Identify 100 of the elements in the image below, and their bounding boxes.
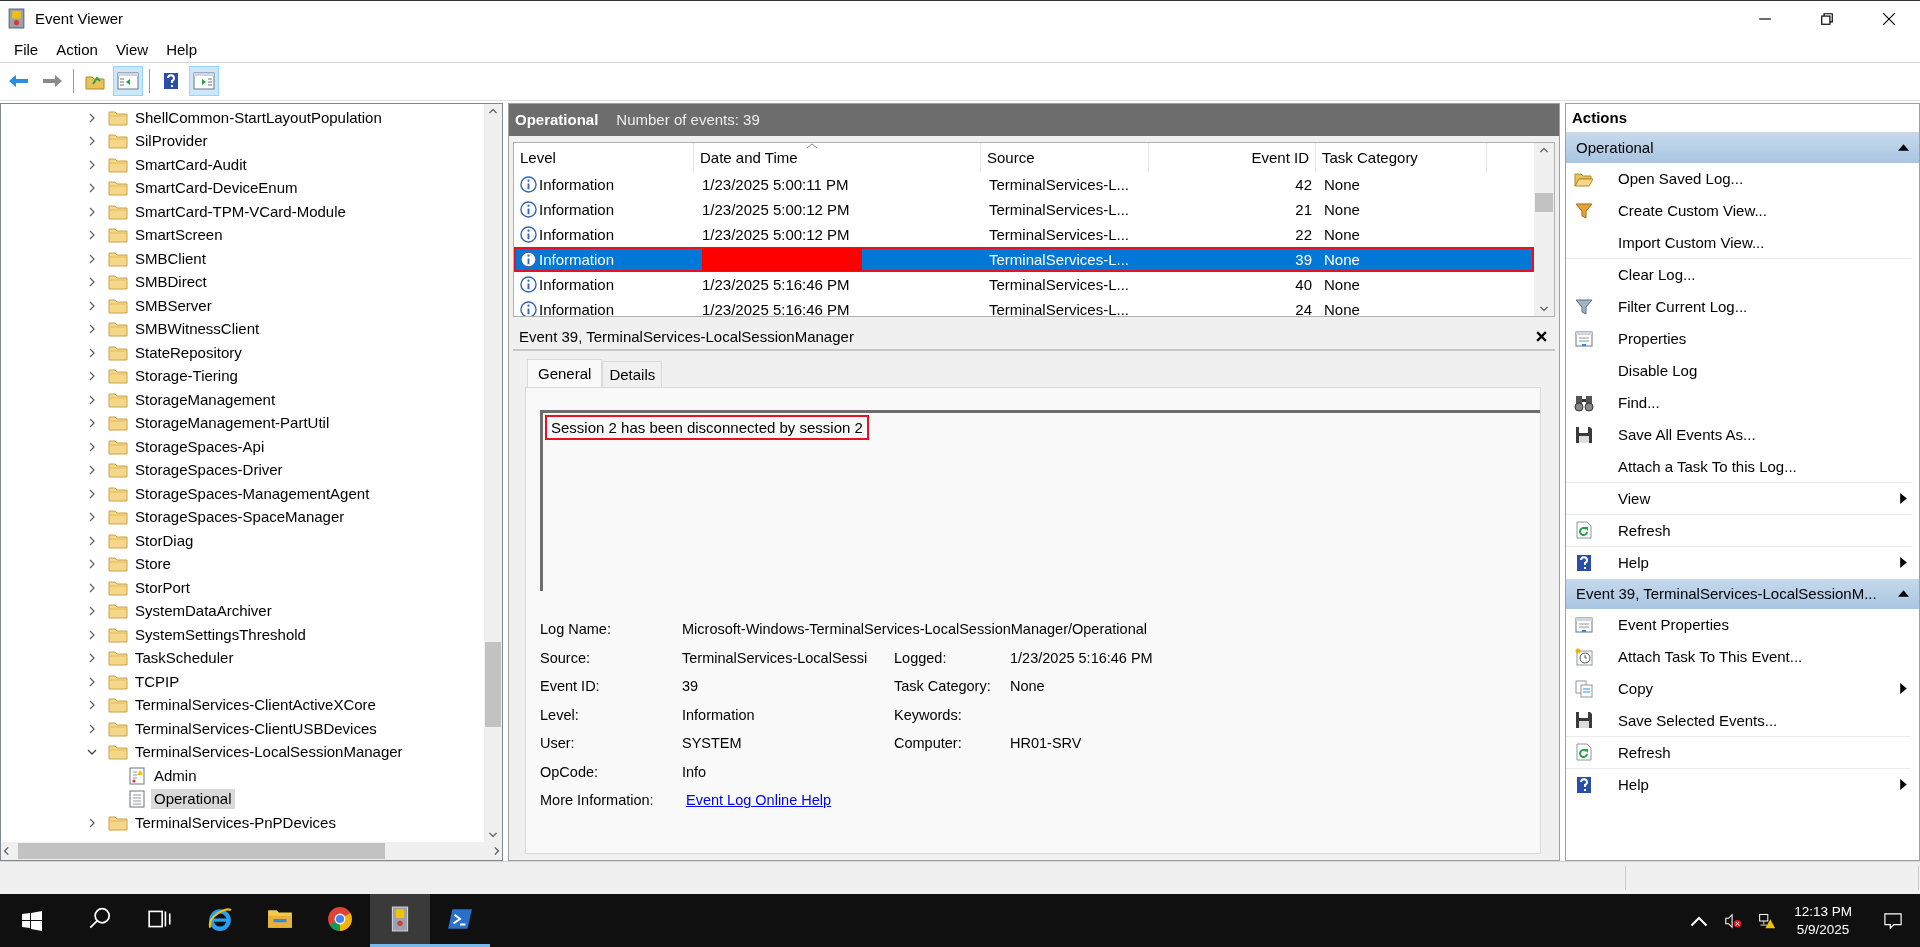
pane-command[interactable]: Copy [1566, 672, 1911, 705]
pane-command[interactable]: Open Saved Log... [1566, 162, 1911, 195]
pane-command[interactable]: Attach Task To This Event... [1566, 640, 1911, 673]
expand-caret-icon[interactable] [87, 394, 97, 405]
pane-command[interactable]: Disable Log [1566, 354, 1911, 387]
vertical-scrollbar[interactable] [1534, 142, 1554, 316]
pane-command[interactable]: Attach a Task To this Log... [1566, 450, 1911, 483]
tree-item[interactable]: SMBServer [132, 295, 215, 316]
expand-caret-icon[interactable] [87, 441, 97, 452]
column-header[interactable]: Level [514, 142, 694, 172]
menu-item[interactable]: Action [48, 40, 108, 58]
tab[interactable]: General [527, 358, 603, 387]
pane-command[interactable]: Find... [1566, 386, 1911, 419]
section-header[interactable]: Event 39, TerminalServices-LocalSessionM... [1566, 578, 1919, 609]
event-row[interactable]: Information 1/23/2025 5:00:12 PM TerminalServices-L... 21 None [514, 196, 1534, 222]
menu-item[interactable]: File [6, 40, 49, 58]
event-row[interactable]: Information 1/23/2025 5:00:11 PM TerminalServices-L... 42 None [514, 171, 1534, 197]
expand-caret-icon[interactable] [87, 253, 97, 264]
tree-item[interactable]: Admin [151, 765, 200, 786]
expand-caret-icon[interactable] [87, 230, 97, 241]
tree-item[interactable]: SilProvider [132, 131, 211, 152]
tree-item[interactable]: StateRepository [132, 342, 245, 363]
tree-item[interactable]: ShellCommon-StartLayoutPopulation [132, 107, 385, 128]
expand-caret-icon[interactable] [87, 512, 97, 523]
restore-icon[interactable] [1820, 11, 1834, 26]
tree-item[interactable]: TerminalServices-ClientUSBDevices [132, 718, 380, 739]
pane-command[interactable]: Filter Current Log... [1566, 290, 1911, 323]
speaker-muted-icon[interactable] [1724, 911, 1743, 930]
help-link[interactable]: Event Log Online Help [686, 792, 832, 809]
column-header[interactable]: Source [981, 142, 1149, 172]
tree-item[interactable]: StorageManagement-PartUtil [132, 413, 333, 434]
tree-item[interactable]: SmartCard-Audit [132, 154, 250, 175]
pane-command[interactable]: Properties [1566, 322, 1911, 355]
tree-item[interactable]: TCPIP [132, 671, 183, 692]
tree-item[interactable]: SystemDataArchiver [132, 601, 275, 622]
expand-caret-icon[interactable] [87, 371, 97, 382]
column-header[interactable]: Task Category [1316, 142, 1487, 172]
pane-command[interactable]: Refresh [1566, 514, 1911, 547]
tree-item[interactable]: SMBWitnessClient [132, 319, 263, 340]
expand-caret-icon[interactable] [87, 277, 97, 288]
expand-caret-icon[interactable] [87, 582, 97, 593]
tree-item[interactable]: StorageManagement [132, 389, 279, 410]
tree-item[interactable]: SmartCard-DeviceEnum [132, 178, 301, 199]
close-icon[interactable] [1536, 331, 1547, 343]
event-row[interactable]: Information 1/23/2025 5:00:12 PM TerminalServices-L... 22 None [514, 221, 1534, 247]
tree-item[interactable]: SMBDirect [132, 272, 210, 293]
tree-item[interactable]: TerminalServices-PnPDevices [132, 812, 339, 833]
collapse-arrow-icon[interactable] [1898, 590, 1909, 598]
event-row[interactable]: Information TerminalServices-L... 39 None [514, 246, 1534, 272]
scrollbar-thumb[interactable] [1535, 192, 1553, 213]
expand-caret-icon[interactable] [87, 817, 97, 828]
tree-item[interactable]: StorageSpaces-Api [132, 436, 268, 457]
start-icon[interactable] [22, 910, 42, 931]
pane-command[interactable]: Help [1566, 768, 1911, 801]
tree-item[interactable]: StorageSpaces-Driver [132, 460, 286, 481]
tree-item[interactable]: Operational [151, 789, 235, 810]
tree-item[interactable]: SmartScreen [132, 225, 226, 246]
expand-caret-icon[interactable] [87, 723, 97, 734]
close-icon[interactable] [1882, 11, 1896, 26]
expand-caret-icon[interactable] [87, 465, 97, 476]
tree-item[interactable]: Store [132, 554, 174, 575]
tree-item[interactable]: TerminalServices-ClientActiveXCore [132, 695, 379, 716]
expand-caret-icon[interactable] [87, 676, 97, 687]
expand-caret-icon[interactable] [87, 300, 97, 311]
collapse-arrow-icon[interactable] [1898, 144, 1909, 152]
expand-caret-icon[interactable] [87, 206, 97, 217]
expand-caret-icon[interactable] [87, 653, 97, 664]
network-warning-icon[interactable] [1758, 911, 1777, 930]
expand-caret-icon[interactable] [87, 535, 97, 546]
tree-item[interactable]: TaskScheduler [132, 648, 237, 669]
tab[interactable]: Details [602, 360, 663, 387]
pane-command[interactable]: Clear Log... [1566, 258, 1911, 291]
scrollbar-thumb[interactable] [485, 642, 501, 728]
pane-command[interactable]: Help [1566, 546, 1911, 579]
tree-item[interactable]: SystemSettingsThreshold [132, 624, 309, 645]
horizontal-scrollbar[interactable] [1, 842, 502, 861]
tree-item[interactable]: Storage-Tiering [132, 366, 241, 387]
pane-command[interactable]: Save All Events As... [1566, 418, 1911, 451]
column-header[interactable]: Event ID [1149, 142, 1316, 172]
pane-command[interactable]: View [1566, 482, 1911, 515]
expand-caret-icon[interactable] [87, 488, 97, 499]
scrollbar-thumb[interactable] [17, 843, 386, 860]
column-header[interactable]: Date and Time [694, 142, 981, 172]
vertical-scrollbar[interactable] [484, 103, 502, 843]
notifications-icon[interactable] [1884, 911, 1902, 930]
expand-caret-icon[interactable] [87, 183, 97, 194]
expand-caret-icon[interactable] [87, 136, 97, 147]
pane-command[interactable]: Refresh [1566, 736, 1911, 769]
pane-command[interactable]: Save Selected Events... [1566, 704, 1911, 737]
expand-caret-icon[interactable] [87, 112, 97, 123]
menu-item[interactable]: View [107, 40, 159, 58]
expand-caret-icon[interactable] [87, 324, 97, 335]
pane-command[interactable]: Import Custom View... [1566, 226, 1911, 259]
pane-command[interactable]: Event Properties [1566, 608, 1911, 641]
tree-item[interactable]: SMBClient [132, 248, 209, 269]
menu-item[interactable]: Help [158, 40, 207, 58]
expand-caret-icon[interactable] [87, 347, 97, 358]
tree-item[interactable]: SmartCard-TPM-VCard-Module [132, 201, 349, 222]
expand-caret-icon[interactable] [87, 606, 97, 617]
section-header[interactable]: Operational [1566, 132, 1919, 163]
